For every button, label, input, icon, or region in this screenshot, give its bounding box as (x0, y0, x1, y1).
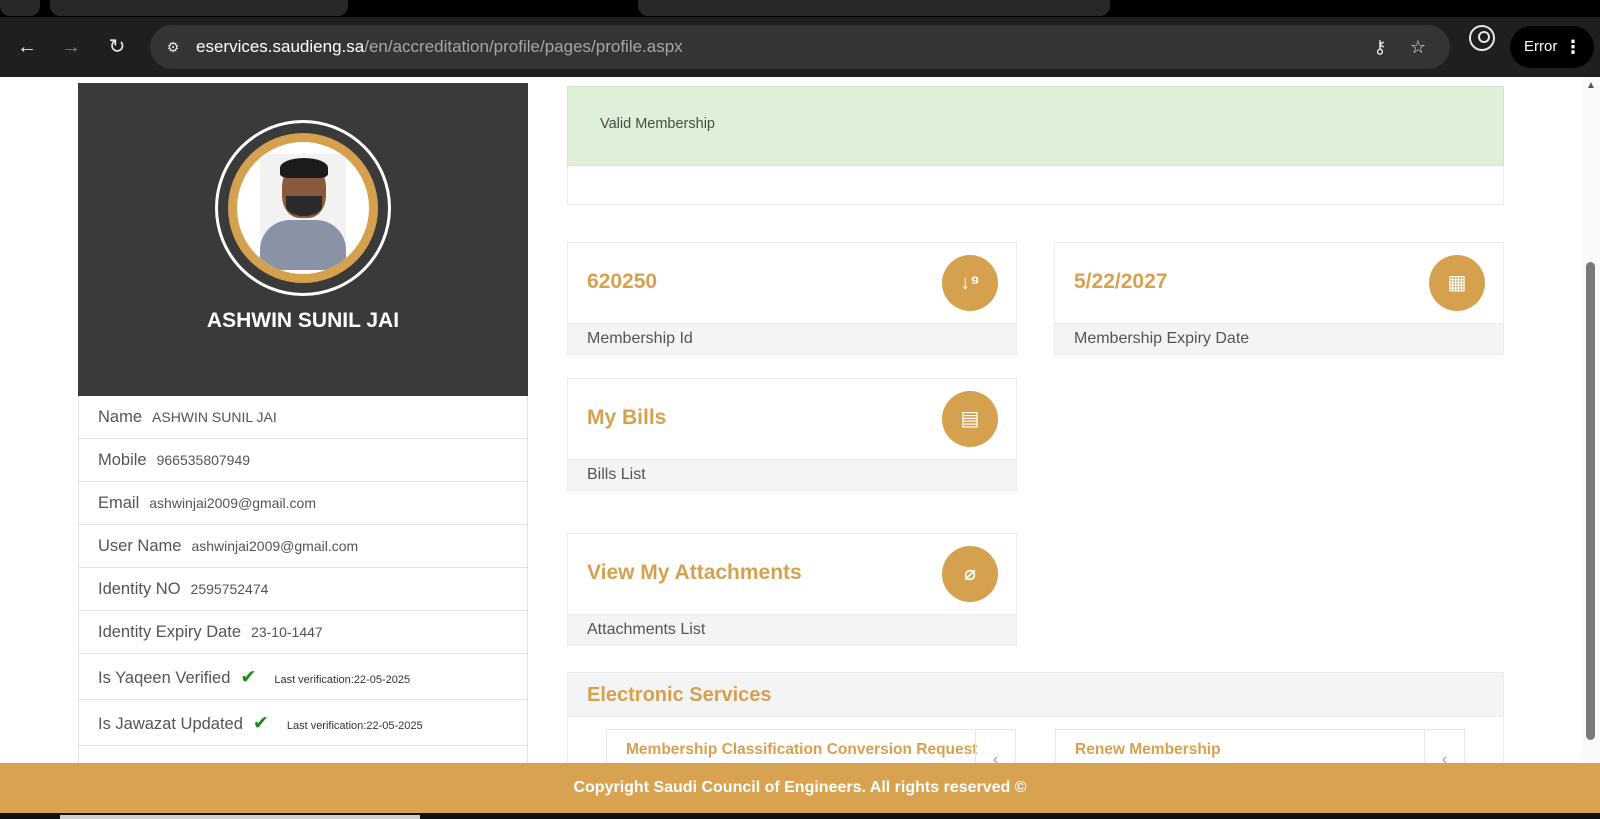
info-value: 966535807949 (156, 452, 251, 468)
address-bar[interactable]: ⚙ eservices.saudieng.sa/en/accreditation… (150, 25, 1450, 69)
tab-strip (0, 0, 1600, 17)
avatar-photo (260, 154, 346, 270)
calendar-icon: ▦ (1429, 255, 1485, 311)
electronic-services-panel: Electronic Services Membership Classific… (567, 672, 1504, 763)
error-label: Error (1524, 38, 1558, 55)
info-label: Email (98, 494, 140, 512)
info-label: Is Jawazat Updated (98, 715, 243, 733)
forward-icon[interactable]: → (56, 32, 86, 62)
footer-copyright: Copyright Saudi Council of Engineers. Al… (573, 779, 1027, 796)
url-host: eservices.saudieng.sa (196, 37, 365, 56)
scrollbar-thumb[interactable] (1586, 262, 1595, 740)
check-icon: ✔ (240, 667, 257, 688)
last-verification-date: 22-05-2025 (353, 674, 411, 686)
url-text[interactable]: eservices.saudieng.sa/en/accreditation/p… (196, 37, 683, 57)
info-label: Identity NO (98, 580, 181, 598)
info-row-email: Email ashwinjai2009@gmail.com (79, 482, 527, 525)
avatar-frame (228, 133, 378, 283)
info-row-name: Name ASHWIN SUNIL JAI (79, 396, 527, 439)
info-row-username: User Name ashwinjai2009@gmail.com (79, 525, 527, 568)
attachments-title: View My Attachments (587, 561, 802, 584)
info-label: User Name (98, 537, 182, 555)
profile-card: ASHWIN SUNIL JAI (78, 83, 528, 396)
url-path: /en/accreditation/profile/pages/profile.… (364, 37, 683, 56)
check-icon: ✔ (252, 713, 269, 734)
profile-name: ASHWIN SUNIL JAI (206, 309, 400, 332)
membership-id-card[interactable]: 620250 ↓⁹ Membership Id (567, 242, 1017, 355)
browser-toolbar: ← → ↻ ⚙ eservices.saudieng.sa/en/accredi… (0, 17, 1600, 77)
service-title: Renew Membership (1075, 741, 1221, 758)
profile-info-list: Name ASHWIN SUNIL JAI Mobile 966535807949 … (78, 396, 528, 763)
tab-left-stub[interactable] (0, 0, 40, 16)
membership-status: Valid Membership (600, 116, 715, 132)
page-content: ASHWIN SUNIL JAI Name ASHWIN SUNIL JAI Mo… (0, 77, 1600, 763)
attachments-list-link[interactable]: Attachments List (568, 614, 1016, 645)
info-row-jawazat: Is Jawazat Updated ✔ Last verification:22-… (79, 700, 527, 746)
info-value: ASHWIN SUNIL JAI (152, 409, 277, 425)
error-button[interactable]: Error ⋮ (1510, 26, 1594, 68)
reload-icon[interactable]: ↻ (102, 32, 132, 62)
membership-expiry-label: Membership Expiry Date (1055, 323, 1503, 354)
info-row-identity-no: Identity NO 2595752474 (79, 568, 527, 611)
service-classification-conversion[interactable]: Membership Classification Conversion Req… (606, 729, 1016, 763)
info-row-mobile: Mobile 966535807949 (79, 439, 527, 482)
info-label: Is Yaqeen Verified (98, 669, 231, 687)
paperclip-icon: ⌀ (942, 546, 998, 602)
membership-id-value: 620250 (587, 270, 658, 293)
my-bills-card[interactable]: My Bills ▤ Bills List (567, 378, 1017, 491)
info-label: Mobile (98, 451, 147, 469)
sort-numeric-icon: ↓⁹ (942, 255, 998, 311)
star-icon[interactable]: ☆ (1406, 36, 1430, 58)
tab-active[interactable] (50, 0, 348, 16)
bottom-tab-indicator (60, 815, 420, 819)
site-info-icon[interactable]: ⚙ (162, 37, 184, 57)
more-vertical-icon: ⋮ (1564, 37, 1582, 57)
footer: Copyright Saudi Council of Engineers. Al… (0, 763, 1600, 813)
last-verification-label: Last verification: (274, 674, 354, 686)
membership-expiry-card[interactable]: 5/22/2027 ▦ Membership Expiry Date (1054, 242, 1504, 355)
last-verification-label: Last verification: (286, 720, 367, 732)
chevron-left-icon[interactable]: ‹ (975, 730, 1015, 763)
bills-list-link[interactable]: Bills List (568, 459, 1016, 490)
info-value: 23-10-1447 (251, 624, 323, 640)
my-bills-title: My Bills (587, 406, 667, 429)
last-verification-date: 22-05-2025 (366, 720, 423, 732)
info-value: ashwinjai2009@gmail.com (191, 538, 359, 554)
service-renew-membership[interactable]: Renew Membership ‹ (1055, 729, 1465, 763)
info-value: ashwinjai2009@gmail.com (149, 495, 317, 511)
info-row-partial (79, 746, 527, 763)
info-row-identity-expiry: Identity Expiry Date 23-10-1447 (79, 611, 527, 654)
electronic-services-title: Electronic Services (568, 673, 1503, 717)
info-label: Name (98, 408, 143, 426)
tab-other[interactable] (638, 0, 1110, 16)
membership-status-banner: Valid Membership (567, 86, 1504, 166)
info-value: 2595752474 (190, 581, 269, 597)
avatar (215, 120, 391, 296)
key-icon[interactable]: ⚷ (1368, 36, 1392, 58)
membership-id-label: Membership Id (568, 323, 1016, 354)
info-label: Identity Expiry Date (98, 623, 242, 641)
back-icon[interactable]: ← (12, 32, 42, 62)
membership-expiry-value: 5/22/2027 (1074, 270, 1168, 293)
chevron-left-icon[interactable]: ‹ (1424, 730, 1464, 763)
service-title: Membership Classification Conversion Req… (626, 741, 978, 758)
scroll-up-icon[interactable]: ▲ (1584, 81, 1598, 91)
attachments-card[interactable]: View My Attachments ⌀ Attachments List (567, 533, 1017, 646)
document-icon: ▤ (942, 391, 998, 447)
profile-icon[interactable] (1469, 25, 1495, 51)
info-row-yaqeen: Is Yaqeen Verified ✔ Last verification:22-… (79, 654, 527, 700)
banner-spacer (567, 166, 1504, 205)
